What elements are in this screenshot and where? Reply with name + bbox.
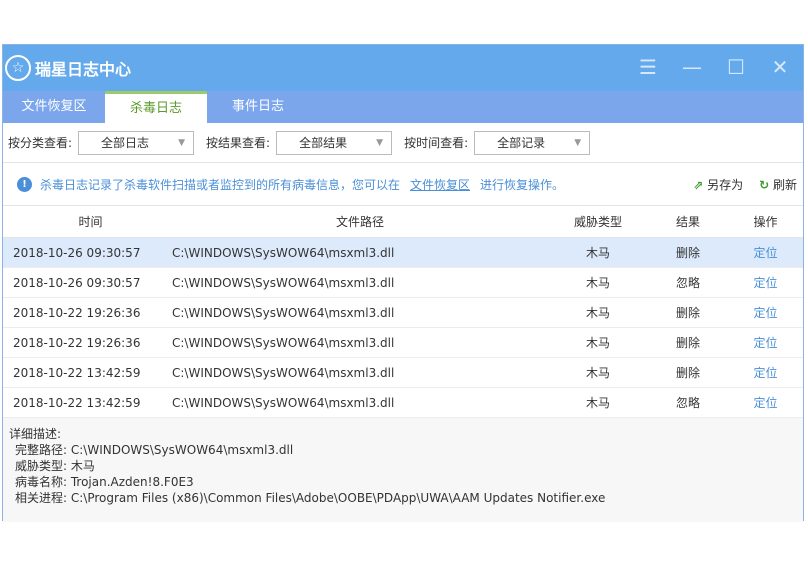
detail-process: 相关进程: C:\Program Files (x86)\Common File… (15, 491, 606, 505)
filter-value: 全部记录 (497, 136, 546, 150)
cell-threat-type: 木马 (548, 267, 648, 298)
cell-result: 忽略 (648, 387, 728, 418)
cell-path: C:\WINDOWS\SysWOW64\msxml3.dll (168, 237, 548, 268)
close-icon[interactable]: ✕ (767, 55, 793, 79)
filter-dropdown[interactable]: 全部日志 ▼ (78, 130, 195, 155)
table-row[interactable]: 2018-10-26 09:30:57 C:\WINDOWS\SysWOW64\… (3, 267, 803, 298)
info-icon: ! (17, 176, 32, 192)
cell-path: C:\WINDOWS\SysWOW64\msxml3.dll (168, 387, 548, 418)
cell-result: 删除 (648, 327, 728, 358)
filter-value: 全部日志 (101, 136, 150, 150)
title-bar[interactable]: ☆ 瑞星日志中心 ☰ — ☐ ✕ (3, 45, 803, 91)
maximize-icon[interactable]: ☐ (723, 55, 749, 79)
cell-time: 2018-10-26 09:30:57 (3, 267, 168, 298)
filter-dropdown[interactable]: 全部结果 ▼ (276, 130, 393, 155)
info-suffix: 进行恢复操作。 (480, 177, 565, 192)
chevron-down-icon: ▼ (574, 137, 582, 148)
minimize-icon[interactable]: — (679, 55, 705, 79)
table-row[interactable]: 2018-10-26 09:30:57 C:\WINDOWS\SysWOW64\… (3, 237, 803, 268)
export-icon: ⇗ (693, 177, 704, 192)
log-center-window: ☆ 瑞星日志中心 ☰ — ☐ ✕ 文件恢复区 杀毒日志 事件日志 按分类查看: 全… (2, 44, 804, 522)
table-row[interactable]: 2018-10-22 13:42:59 C:\WINDOWS\SysWOW64\… (3, 387, 803, 418)
cell-threat-type: 木马 (548, 297, 648, 328)
cell-time: 2018-10-22 19:26:36 (3, 327, 168, 358)
cell-result: 删除 (648, 357, 728, 388)
header-path[interactable]: 文件路径 (168, 205, 548, 238)
filter-label: 按结果查看: (206, 136, 271, 150)
cell-path: C:\WINDOWS\SysWOW64\msxml3.dll (168, 327, 548, 358)
cell-threat-type: 木马 (548, 327, 648, 358)
refresh-button[interactable]: ↻ 刷新 (759, 176, 797, 193)
info-bar: ! 杀毒日志记录了杀毒软件扫描或者监控到的所有病毒信息，您可以在 文件恢复区 进… (3, 163, 803, 205)
filter-dropdown[interactable]: 全部记录 ▼ (474, 130, 591, 155)
locate-link[interactable]: 定位 (728, 267, 803, 298)
cell-time: 2018-10-22 19:26:36 (3, 297, 168, 328)
file-restore-link[interactable]: 文件恢复区 (410, 176, 470, 193)
save-as-label: 另存为 (707, 177, 744, 192)
detail-virus-name: 病毒名称: Trojan.Azden!8.F0E3 (15, 475, 194, 489)
tab-bar: 文件恢复区 杀毒日志 事件日志 (3, 91, 803, 123)
chevron-down-icon: ▼ (178, 137, 186, 148)
save-as-button[interactable]: ⇗ 另存为 (693, 176, 743, 193)
header-result[interactable]: 结果 (648, 205, 728, 238)
detail-full-path: 完整路径: C:\WINDOWS\SysWOW64\msxml3.dll (15, 443, 294, 457)
locate-link[interactable]: 定位 (728, 357, 803, 388)
log-table: 时间 文件路径 威胁类型 结果 操作 2018-10-26 09:30:57 C… (3, 205, 803, 418)
cell-path: C:\WINDOWS\SysWOW64\msxml3.dll (168, 297, 548, 328)
header-threat-type[interactable]: 威胁类型 (548, 205, 648, 238)
info-text: 杀毒日志记录了杀毒软件扫描或者监控到的所有病毒信息，您可以在 (40, 177, 401, 192)
rising-star-logo-icon: ☆ (5, 55, 31, 81)
cell-result: 忽略 (648, 267, 728, 298)
detail-panel: 详细描述: 完整路径: C:\WINDOWS\SysWOW64\msxml3.d… (3, 418, 803, 522)
tab-virus-log[interactable]: 杀毒日志 (105, 91, 207, 123)
table-row[interactable]: 2018-10-22 13:42:59 C:\WINDOWS\SysWOW64\… (3, 357, 803, 388)
refresh-label: 刷新 (772, 177, 797, 192)
detail-threat-type: 威胁类型: 木马 (15, 459, 95, 473)
tab-file-restore[interactable]: 文件恢复区 (3, 91, 105, 123)
cell-path: C:\WINDOWS\SysWOW64\msxml3.dll (168, 357, 548, 388)
locate-link[interactable]: 定位 (728, 237, 803, 268)
table-row[interactable]: 2018-10-22 19:26:36 C:\WINDOWS\SysWOW64\… (3, 327, 803, 358)
filter-label: 按时间查看: (404, 136, 469, 150)
cell-result: 删除 (648, 297, 728, 328)
cell-result: 删除 (648, 237, 728, 268)
header-time[interactable]: 时间 (3, 205, 168, 238)
cell-time: 2018-10-22 13:42:59 (3, 357, 168, 388)
header-action[interactable]: 操作 (728, 205, 803, 238)
table-row[interactable]: 2018-10-22 19:26:36 C:\WINDOWS\SysWOW64\… (3, 297, 803, 328)
cell-time: 2018-10-22 13:42:59 (3, 387, 168, 418)
cell-threat-type: 木马 (548, 237, 648, 268)
cell-threat-type: 木马 (548, 357, 648, 388)
locate-link[interactable]: 定位 (728, 297, 803, 328)
menu-icon[interactable]: ☰ (635, 55, 661, 79)
refresh-icon: ↻ (759, 177, 770, 192)
locate-link[interactable]: 定位 (728, 387, 803, 418)
cell-path: C:\WINDOWS\SysWOW64\msxml3.dll (168, 267, 548, 298)
locate-link[interactable]: 定位 (728, 327, 803, 358)
detail-title: 详细描述: (9, 427, 62, 441)
chevron-down-icon: ▼ (376, 137, 384, 148)
filter-value: 全部结果 (299, 136, 348, 150)
app-title: 瑞星日志中心 (35, 60, 132, 79)
filter-label: 按分类查看: (8, 136, 73, 150)
cell-threat-type: 木马 (548, 387, 648, 418)
cell-time: 2018-10-26 09:30:57 (3, 237, 168, 268)
filter-bar: 按分类查看: 全部日志 ▼ 按结果查看: 全部结果 ▼ 按时间查看: 全部记录 ▼ (3, 123, 803, 163)
tab-event-log[interactable]: 事件日志 (207, 91, 309, 123)
